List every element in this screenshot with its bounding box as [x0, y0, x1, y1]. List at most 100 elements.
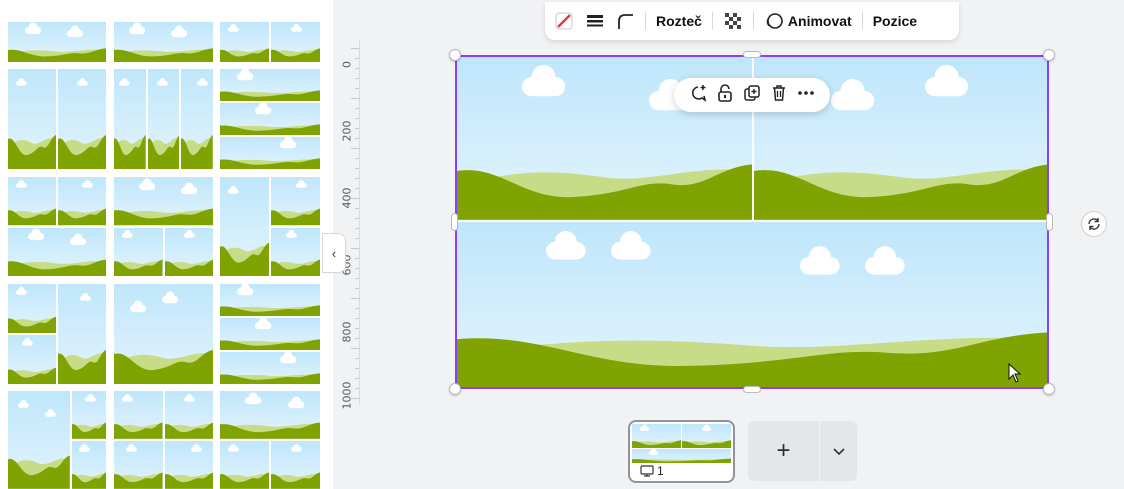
toolbar-divider: [752, 12, 754, 30]
ruler-tick: [355, 108, 359, 109]
collapse-panel-button[interactable]: ‹: [322, 233, 346, 273]
landscape-image: [71, 441, 106, 489]
resize-handle-top-right[interactable]: [1043, 49, 1055, 61]
resize-handle-bottom-left[interactable]: [449, 383, 461, 395]
add-page-button[interactable]: +: [748, 421, 820, 481]
landscape-image: [181, 69, 213, 169]
ruler-tick: [355, 238, 359, 239]
transparency-icon[interactable]: [723, 11, 743, 31]
page-number: 1: [657, 464, 664, 478]
landscape-image: [220, 391, 320, 439]
corner-rounding-icon[interactable]: [615, 11, 635, 31]
ruler-tick: [351, 198, 359, 199]
position-button[interactable]: Pozice: [873, 13, 917, 29]
more-icon[interactable]: [796, 83, 816, 108]
layout-template[interactable]: [8, 391, 106, 489]
ruler-tick: [355, 268, 359, 269]
duplicate-icon[interactable]: [742, 83, 762, 108]
landscape-image: [220, 69, 320, 101]
ruler-tick: [355, 308, 359, 309]
resize-handle-bottom[interactable]: [743, 386, 761, 393]
presentation-icon: [640, 465, 654, 477]
delete-icon[interactable]: [769, 83, 789, 108]
layout-template[interactable]: [220, 69, 320, 169]
landscape-image: [164, 441, 213, 489]
ruler-tick: [355, 88, 359, 89]
ruler-tick: [355, 158, 359, 159]
ruler-label: 200: [340, 120, 354, 142]
ruler-tick: [355, 228, 359, 229]
landscape-image: [271, 177, 320, 226]
landscape-image: [58, 69, 106, 169]
layout-template[interactable]: [114, 69, 213, 169]
layout-template[interactable]: [220, 22, 320, 62]
layout-template[interactable]: [114, 391, 213, 489]
landscape-image: [8, 22, 106, 62]
resize-handle-top-left[interactable]: [449, 49, 461, 61]
landscape-image: [114, 284, 213, 384]
spacing-button[interactable]: Rozteč: [656, 13, 702, 29]
lock-icon[interactable]: [715, 83, 735, 108]
chevron-left-icon: ‹: [331, 245, 337, 261]
landscape-image: [220, 352, 320, 384]
add-page-control: +: [748, 421, 857, 481]
stroke-weight-icon[interactable]: [585, 12, 605, 30]
landscape-image: [220, 318, 320, 350]
ruler-tick: [355, 368, 359, 369]
layout-template[interactable]: [220, 177, 320, 276]
rotate-button[interactable]: [1081, 211, 1107, 237]
no-color-icon[interactable]: [553, 10, 575, 32]
vertical-ruler: 0 200 400 600 800 1000: [336, 40, 360, 410]
animate-button[interactable]: Animovat: [764, 11, 852, 31]
landscape-image: [8, 227, 106, 276]
comment-add-icon[interactable]: [688, 83, 708, 108]
add-page-options-button[interactable]: [820, 421, 857, 481]
animate-icon: [766, 13, 783, 29]
ruler-tick: [355, 358, 359, 359]
resize-handle-top[interactable]: [743, 51, 761, 58]
layout-template[interactable]: [8, 177, 106, 276]
ruler-label: 1000: [340, 381, 354, 410]
toolbar-divider: [861, 12, 863, 30]
mouse-cursor-icon: [1008, 363, 1022, 383]
ruler-tick: [355, 318, 359, 319]
layout-template[interactable]: [114, 22, 213, 62]
landscape-image: [632, 449, 731, 463]
ruler-tick: [355, 218, 359, 219]
resize-handle-right[interactable]: [1046, 213, 1053, 231]
layout-template[interactable]: [8, 69, 106, 169]
landscape-image: [220, 284, 320, 316]
landscape-image: [8, 284, 56, 333]
layout-template[interactable]: [114, 284, 213, 384]
ruler-tick: [355, 278, 359, 279]
landscape-image: [71, 391, 106, 439]
ruler-tick: [351, 148, 359, 149]
landscape-image: [114, 177, 213, 226]
page-number-label: 1: [640, 464, 664, 478]
ruler-tick: [355, 128, 359, 129]
landscape-image: [114, 227, 163, 276]
page-thumbnail[interactable]: 1: [628, 420, 735, 483]
resize-handle-bottom-right[interactable]: [1043, 383, 1055, 395]
layout-template[interactable]: [220, 391, 320, 489]
landscape-image: [164, 227, 213, 276]
resize-handle-left[interactable]: [451, 213, 458, 231]
layout-template[interactable]: [8, 284, 106, 384]
layout-template[interactable]: [114, 177, 213, 276]
landscape-image: [58, 177, 106, 226]
layout-template[interactable]: [220, 284, 320, 384]
ruler-tick: [355, 188, 359, 189]
ruler-tick: [355, 328, 359, 329]
ruler-tick: [355, 208, 359, 209]
landscape-image: [220, 177, 269, 276]
layout-template[interactable]: [8, 22, 106, 62]
ruler-tick: [355, 178, 359, 179]
ruler-label: 0: [340, 61, 354, 68]
ruler-tick: [355, 168, 359, 169]
ruler-tick: [351, 248, 359, 249]
ruler-tick: [351, 348, 359, 349]
landscape-image: [114, 22, 213, 62]
landscape-image: [220, 441, 269, 489]
element-context-menu: [674, 78, 830, 112]
toolbar-divider: [711, 12, 713, 30]
